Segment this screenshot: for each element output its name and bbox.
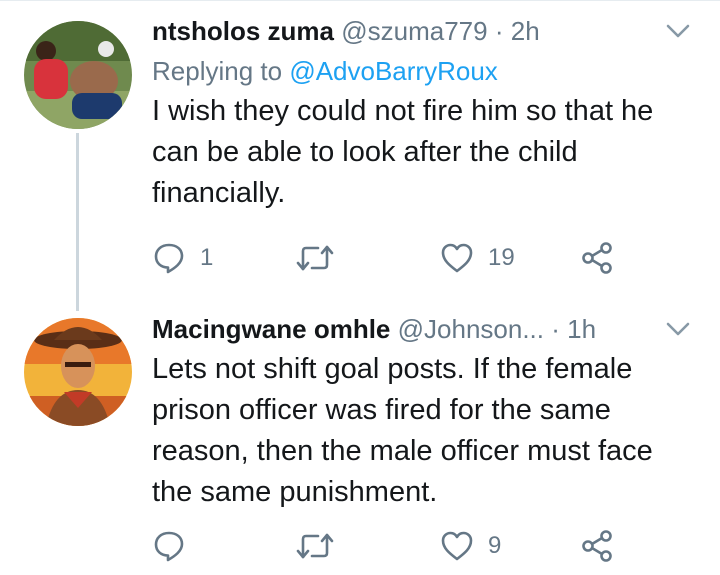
- like-count: 9: [488, 532, 502, 559]
- tweet-header: ntsholos zuma @szuma779 · 2h: [152, 14, 700, 48]
- reply-button[interactable]: [152, 526, 200, 566]
- reply-icon: [154, 531, 184, 562]
- retweet-button[interactable]: [296, 238, 348, 278]
- like-button[interactable]: 19: [440, 238, 515, 278]
- display-name[interactable]: ntsholos zuma: [152, 16, 334, 46]
- user-handle[interactable]: @szuma779: [341, 16, 487, 46]
- retweet-button[interactable]: [296, 526, 348, 566]
- thread-connector-line: [76, 133, 79, 311]
- chevron-down-icon[interactable]: [664, 18, 692, 42]
- timestamp[interactable]: 1h: [567, 314, 596, 344]
- like-button[interactable]: 9: [440, 526, 501, 566]
- avatar-photo-1: [24, 21, 132, 129]
- retweet-icon: [296, 533, 334, 559]
- share-button[interactable]: [580, 526, 614, 566]
- top-divider: [0, 0, 720, 1]
- avatar[interactable]: [24, 318, 132, 426]
- share-icon: [582, 242, 612, 274]
- separator-dot: ·: [494, 16, 504, 46]
- display-name[interactable]: Macingwane omhle: [152, 314, 390, 344]
- reply-icon: [154, 243, 184, 274]
- reply-button[interactable]: 1: [152, 238, 213, 278]
- tweet[interactable]: ntsholos zuma @szuma779 · 2h Replying to…: [152, 14, 700, 214]
- avatar[interactable]: [24, 21, 132, 129]
- retweet-icon: [296, 245, 334, 271]
- tweet[interactable]: Macingwane omhle @Johnson... · 1h Lets n…: [152, 312, 700, 513]
- reply-count: 1: [200, 244, 214, 271]
- tweet-text: I wish they could not fire him so that h…: [152, 95, 654, 209]
- tweet-actions: 9: [152, 526, 720, 566]
- mention-link[interactable]: @AdvoBarryRoux: [289, 56, 497, 86]
- chevron-down-icon[interactable]: [664, 316, 692, 340]
- tweet-actions: 1 19: [152, 238, 720, 278]
- share-button[interactable]: [580, 238, 614, 278]
- avatar-photo-2: [24, 318, 132, 426]
- share-icon: [582, 530, 612, 562]
- separator-dot: ·: [551, 314, 560, 344]
- tweet-text: Lets not shift goal posts. If the female…: [152, 353, 653, 508]
- like-icon: [441, 243, 473, 273]
- timestamp[interactable]: 2h: [511, 16, 540, 46]
- tweet-header: Macingwane omhle @Johnson... · 1h: [152, 312, 700, 346]
- user-handle[interactable]: @Johnson...: [398, 314, 544, 344]
- replying-to-label: Replying to: [152, 56, 283, 86]
- like-icon: [441, 531, 473, 561]
- like-count: 19: [488, 244, 515, 271]
- replying-to-line: Replying to @AdvoBarryRoux: [152, 54, 700, 88]
